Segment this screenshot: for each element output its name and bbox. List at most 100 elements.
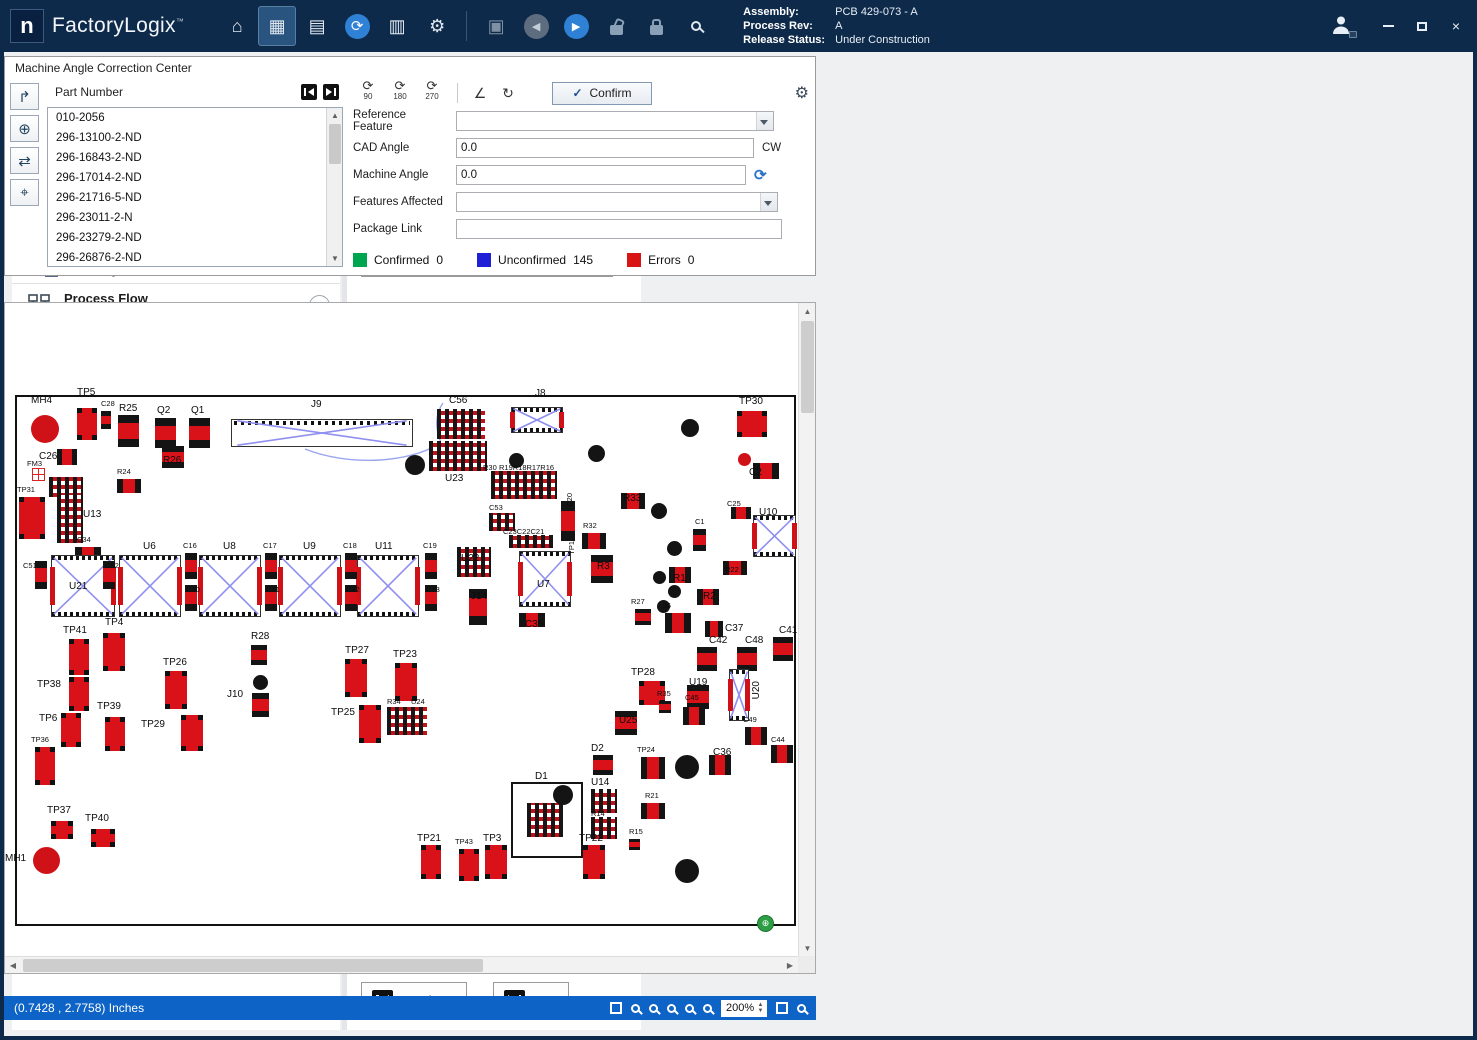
back-icon[interactable]: ◀: [517, 6, 555, 46]
rotate-180-button[interactable]: ⟳180: [385, 80, 415, 106]
rotate-corner-icon[interactable]: ↱: [10, 83, 39, 110]
titlebar: n FactoryLogix™ ⌂ ▦ ▤ ⟳ ▥ ⚙ ▣ ◀ ▶ Assemb…: [0, 0, 1477, 52]
sync-icon[interactable]: ⟳: [338, 6, 376, 46]
measure-icon[interactable]: [776, 1002, 788, 1014]
zoom-part-icon[interactable]: ⊕: [10, 115, 39, 142]
pcb-canvas[interactable]: ⊕ MH4TP5C28R25Q2Q1J9C56J8TP30C26FM3R26U2…: [5, 303, 798, 956]
pcb-tp: [105, 717, 125, 751]
last-part-button[interactable]: [323, 84, 339, 100]
part-number-item[interactable]: 296-17014-2-ND: [48, 168, 326, 188]
vertical-scrollbar[interactable]: ▲ ▼: [798, 303, 815, 956]
pcb-rp: [561, 501, 575, 541]
pcb-ref-label: C35: [525, 619, 543, 630]
pcb-ref-label: TP41: [63, 625, 87, 636]
settings-icon[interactable]: ⚙: [418, 6, 456, 46]
pcb-ref-label: C25: [727, 499, 741, 508]
reference-feature-label: Reference Feature: [353, 109, 448, 133]
pcb-rp: [635, 609, 651, 625]
scroll-up-icon[interactable]: ▲: [327, 108, 343, 123]
scroll-down-icon[interactable]: ▼: [799, 940, 816, 956]
pcb-ref-label: C37: [725, 623, 743, 634]
pcb-ref-label: C2: [749, 467, 762, 478]
pcb-tp: [421, 845, 441, 879]
scroll-up-icon[interactable]: ▲: [799, 303, 816, 319]
locate-part-icon[interactable]: ⌖: [10, 179, 39, 206]
features-affected-select[interactable]: [456, 192, 778, 212]
zoom-window-icon[interactable]: [631, 1004, 640, 1013]
pcb-ref-label: C49: [743, 715, 757, 724]
pan-icon[interactable]: [797, 1004, 806, 1013]
pcb-ref-label: TP30: [739, 396, 763, 407]
zoom-fit-button[interactable]: ⊕: [757, 915, 774, 932]
pcb-ref-label: U9: [303, 541, 316, 552]
lock-icon[interactable]: [637, 6, 675, 46]
first-part-button[interactable]: [301, 84, 317, 100]
pcb-rp: [737, 647, 757, 671]
scroll-right-icon[interactable]: ▶: [782, 957, 798, 974]
reference-feature-select[interactable]: [456, 111, 774, 131]
confirm-button[interactable]: ✓ Confirm: [552, 82, 652, 105]
part-list-scrollbar[interactable]: ▲ ▼: [326, 108, 342, 266]
pcb-grid: [437, 409, 485, 439]
part-number-item[interactable]: 296-23011-2-N: [48, 208, 326, 228]
machine-angle-input[interactable]: [456, 165, 746, 185]
pcb-ref-label: TP21: [417, 833, 441, 844]
window-minimize-button[interactable]: [1379, 18, 1397, 34]
window-close-button[interactable]: ×: [1447, 18, 1465, 34]
pcb-rp: [57, 449, 77, 465]
horizontal-scrollbar[interactable]: ◀ ▶: [5, 956, 798, 973]
scroll-left-icon[interactable]: ◀: [5, 957, 21, 974]
rotate-90-button[interactable]: ⟳90: [353, 80, 383, 106]
pcb-rp: [665, 613, 691, 633]
zoom-level-spinner[interactable]: 200% ▲▼: [721, 1000, 767, 1017]
refresh-angle-icon[interactable]: ⟳: [754, 166, 767, 184]
zoom-extents-icon[interactable]: [703, 1004, 712, 1013]
part-number-item[interactable]: 296-26876-2-ND: [48, 248, 326, 266]
pcb-ref-label: TP23: [393, 649, 417, 660]
pcb-ref-label: TP43: [455, 837, 473, 846]
swap-direction-icon[interactable]: ⇄: [10, 147, 39, 174]
zoom-out-icon[interactable]: [667, 1004, 676, 1013]
pcb-ref-label: C51: [23, 561, 37, 570]
app-window: n FactoryLogix™ ⌂ ▦ ▤ ⟳ ▥ ⚙ ▣ ◀ ▶ Assemb…: [0, 0, 1477, 1040]
pcb-ref-label: TP31: [17, 485, 35, 494]
rotate-270-button[interactable]: ⟳270: [417, 80, 447, 106]
pcb-ref-label: C17: [263, 541, 277, 550]
user-icon[interactable]: [1329, 14, 1355, 38]
zoom-selection-icon[interactable]: [685, 1004, 694, 1013]
scroll-thumb[interactable]: [329, 124, 341, 164]
unlock-icon[interactable]: [597, 6, 635, 46]
package-link-input[interactable]: [456, 219, 782, 239]
cad-angle-input[interactable]: [456, 138, 754, 158]
pcb-rp: [117, 479, 141, 493]
save-icon[interactable]: ▣: [477, 6, 515, 46]
find-flow-icon[interactable]: [677, 6, 715, 46]
materials-icon[interactable]: ▤: [298, 6, 336, 46]
window-maximize-button[interactable]: [1413, 18, 1431, 34]
reset-rotation-icon[interactable]: ↻: [496, 81, 520, 105]
part-number-list: 010-2056296-13100-2-ND296-16843-2-ND296-…: [48, 108, 326, 266]
documents-icon[interactable]: ▥: [378, 6, 416, 46]
horizontal-scroll-thumb[interactable]: [23, 959, 483, 972]
pcb-ref-label: J8: [535, 388, 546, 399]
pcb-ref-label: TP37: [47, 805, 71, 816]
vertical-scroll-thumb[interactable]: [801, 321, 814, 413]
pcb-tp: [165, 671, 187, 709]
forward-icon[interactable]: ▶: [557, 6, 595, 46]
part-number-item[interactable]: 010-2056: [48, 108, 326, 128]
pcb-ref-label: FM3: [27, 459, 42, 468]
zoom-in-icon[interactable]: [649, 1004, 658, 1013]
part-number-item[interactable]: 296-23279-2-ND: [48, 228, 326, 248]
angle-settings-icon[interactable]: ⚙: [795, 83, 809, 103]
pcb-ref-label: MH4: [31, 395, 52, 406]
pcb-tp: [61, 713, 81, 747]
angle-measure-icon[interactable]: ∠: [468, 81, 492, 105]
home-icon[interactable]: ⌂: [218, 6, 256, 46]
part-number-item[interactable]: 296-13100-2-ND: [48, 128, 326, 148]
board-layers-icon[interactable]: [610, 1002, 622, 1014]
part-number-item[interactable]: 296-16843-2-ND: [48, 148, 326, 168]
part-number-item[interactable]: 296-21716-5-ND: [48, 188, 326, 208]
process-editor-icon[interactable]: ▦: [258, 6, 296, 46]
scroll-down-icon[interactable]: ▼: [327, 251, 343, 266]
pcb-ref-label: U25: [619, 715, 637, 726]
